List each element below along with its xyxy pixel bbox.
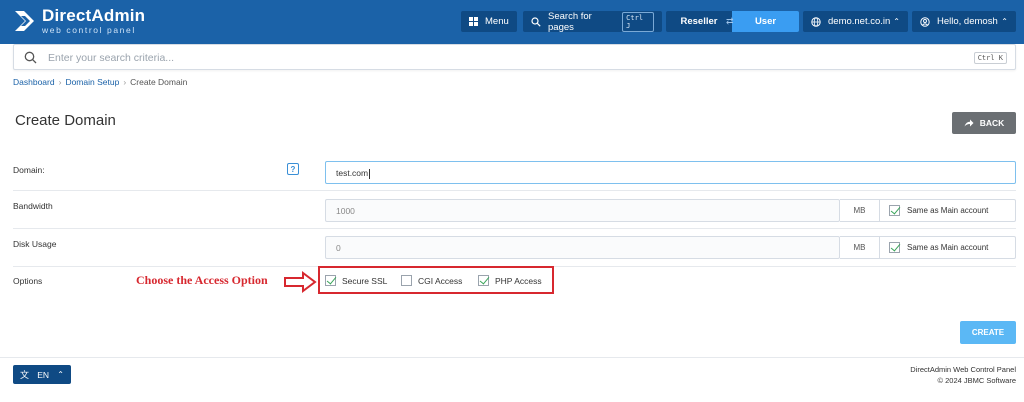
checkbox-checked-icon: [478, 275, 489, 286]
footer-line-2: © 2024 JBMC Software: [937, 376, 1016, 385]
disk-usage-same-label: Same as Main account: [907, 243, 989, 252]
domain-selector-label: demo.net.co.in: [828, 16, 891, 27]
create-button[interactable]: CREATE: [960, 321, 1016, 344]
bandwidth-input[interactable]: 1000: [325, 199, 840, 222]
options-label: Options: [13, 276, 43, 286]
bandwidth-label: Bandwidth: [13, 201, 53, 211]
bandwidth-same-checkbox[interactable]: Same as Main account: [879, 199, 1016, 222]
logo[interactable]: DirectAdmin web control panel: [12, 7, 145, 35]
disk-usage-input[interactable]: 0: [325, 236, 840, 259]
grid-icon: [469, 17, 478, 26]
domain-label: Domain:: [13, 165, 45, 175]
back-label: BACK: [979, 118, 1005, 128]
swap-icon: ⇄: [726, 16, 734, 26]
translate-icon: 文: [20, 370, 30, 380]
footer-divider: [0, 357, 1024, 358]
disk-usage-row: Disk Usage 0 MB Same as Main account: [13, 229, 1016, 267]
globe-icon: [811, 16, 821, 27]
user-icon: [920, 16, 930, 27]
bandwidth-row: Bandwidth 1000 MB Same as Main account: [13, 191, 1016, 229]
checkbox-checked-icon: [889, 242, 900, 253]
footer-line-1: DirectAdmin Web Control Panel: [910, 365, 1016, 374]
bandwidth-same-label: Same as Main account: [907, 206, 989, 215]
options-highlight-box: Secure SSL CGI Access PHP Access: [318, 266, 554, 294]
disk-usage-unit: MB: [840, 236, 880, 259]
search-pages-shortcut: Ctrl J: [622, 11, 654, 32]
global-search[interactable]: Enter your search criteria... Ctrl K: [13, 44, 1016, 70]
checkbox-unchecked-icon: [401, 275, 412, 286]
disk-usage-label: Disk Usage: [13, 239, 57, 249]
language-label: EN: [37, 369, 50, 380]
top-header: DirectAdmin web control panel Menu Searc…: [0, 0, 1024, 44]
logo-title: DirectAdmin: [42, 6, 146, 25]
chevron-updown-icon: ⌃: [57, 370, 64, 379]
annotation-arrow-icon: [284, 271, 317, 293]
back-button[interactable]: BACK: [952, 112, 1016, 134]
search-input[interactable]: Enter your search criteria...: [48, 52, 174, 64]
share-arrow-icon: [964, 119, 974, 127]
user-menu[interactable]: Hello, demosh ⌃: [912, 11, 1016, 32]
breadcrumb-current: Create Domain: [130, 77, 188, 87]
breadcrumb-domain-setup[interactable]: Domain Setup: [65, 77, 119, 87]
logo-subtitle: web control panel: [42, 25, 136, 35]
chevron-updown-icon: ⌃: [1001, 17, 1008, 26]
domain-row: Domain: ? test.com: [13, 154, 1016, 191]
bandwidth-unit: MB: [840, 199, 880, 222]
search-icon: [531, 16, 541, 27]
role-reseller[interactable]: Reseller: [666, 11, 732, 32]
search-shortcut: Ctrl K: [973, 52, 1007, 64]
checkbox-checked-icon: [889, 205, 900, 216]
breadcrumb-dashboard[interactable]: Dashboard: [13, 77, 55, 87]
disk-usage-same-checkbox[interactable]: Same as Main account: [879, 236, 1016, 259]
option-cgi-access[interactable]: CGI Access: [401, 275, 462, 286]
domain-input[interactable]: test.com: [325, 161, 1016, 184]
domain-selector[interactable]: demo.net.co.in ⌃: [803, 11, 908, 32]
user-greeting: Hello, demosh: [937, 16, 998, 27]
checkbox-checked-icon: [325, 275, 336, 286]
footer-info: DirectAdmin Web Control Panel © 2024 JBM…: [910, 364, 1016, 386]
search-pages-label: Search for pages: [548, 10, 592, 33]
menu-label: Menu: [485, 16, 509, 27]
search-pages-button[interactable]: Search for pages Ctrl J: [523, 10, 662, 33]
menu-button[interactable]: Menu: [461, 11, 517, 32]
role-user[interactable]: User: [732, 11, 799, 32]
page-title: Create Domain: [15, 112, 116, 129]
annotation-text: Choose the Access Option: [136, 273, 268, 287]
logo-chevron-icon: [15, 10, 34, 31]
language-selector[interactable]: 文 EN ⌃: [13, 365, 71, 384]
help-icon[interactable]: ?: [287, 163, 299, 175]
chevron-updown-icon: ⌃: [893, 17, 900, 26]
option-secure-ssl[interactable]: Secure SSL: [325, 275, 387, 286]
breadcrumb: Dashboard › Domain Setup › Create Domain: [13, 77, 188, 87]
search-icon: [24, 51, 37, 64]
option-php-access[interactable]: PHP Access: [478, 275, 542, 286]
